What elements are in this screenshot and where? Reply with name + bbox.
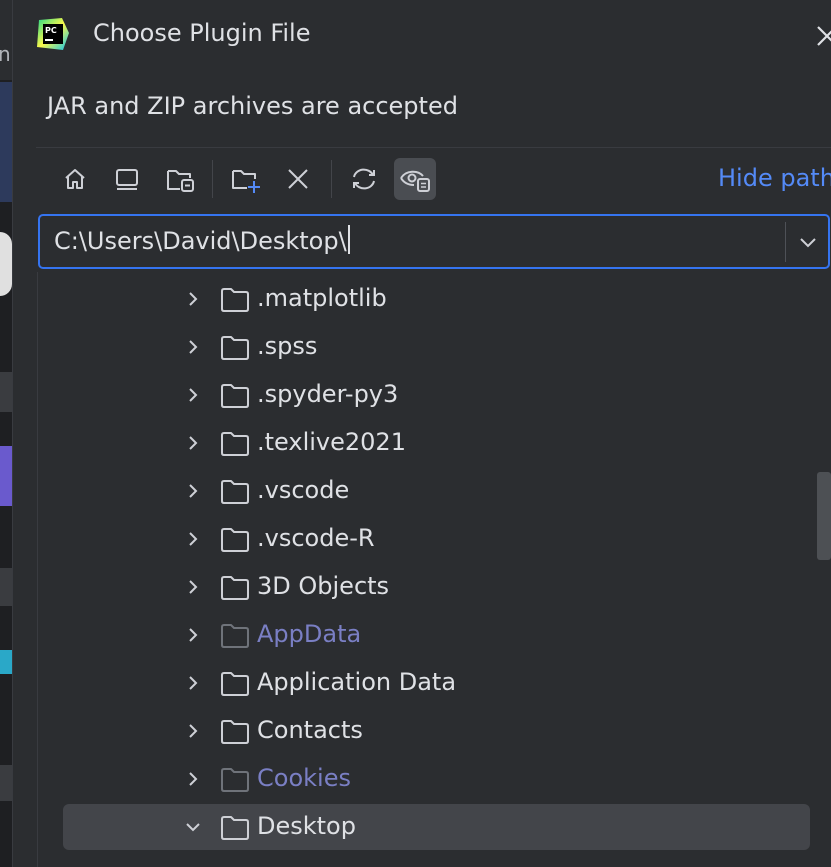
tree-row[interactable]: Cookies	[38, 755, 831, 803]
desktop-button[interactable]	[106, 158, 148, 200]
chevron-right-icon[interactable]	[182, 528, 204, 550]
tree-item-label: Cookies	[257, 764, 351, 792]
tree-item-label: .matplotlib	[257, 284, 387, 312]
refresh-icon	[353, 168, 375, 190]
dialog-description: JAR and ZIP archives are accepted	[47, 92, 458, 120]
background-window-edge: n	[0, 0, 12, 867]
text-caret	[347, 225, 350, 254]
chevron-right-icon[interactable]	[182, 768, 204, 790]
tree-item-label: Desktop	[257, 812, 356, 840]
svg-text:PC: PC	[45, 26, 57, 35]
tree-item-label: .vscode-R	[257, 524, 375, 552]
dialog-border	[12, 0, 13, 867]
tree-row[interactable]: Contacts	[38, 707, 831, 755]
tree-row[interactable]: .vscode	[38, 467, 831, 515]
tree-row[interactable]: .vscode-R	[38, 515, 831, 563]
new-folder-button[interactable]	[225, 158, 267, 200]
chevron-right-icon[interactable]	[182, 432, 204, 454]
tree-item-label: .spss	[257, 332, 318, 360]
file-chooser-toolbar: Hide path	[36, 148, 831, 212]
dialog-title-bar: PC Choose Plugin File	[13, 0, 831, 70]
folder-icon	[221, 768, 249, 792]
tree-item-label: Application Data	[257, 668, 457, 696]
folder-icon	[221, 384, 249, 408]
chevron-right-icon[interactable]	[182, 336, 204, 358]
show-hidden-files-toggle[interactable]	[394, 158, 436, 200]
chevron-down-icon[interactable]	[792, 226, 824, 258]
folder-icon	[221, 720, 249, 744]
tree-item-label: .texlive2021	[257, 428, 406, 456]
tree-row[interactable]: Desktop	[38, 803, 831, 851]
toolbar-separator	[331, 160, 332, 198]
home-icon	[65, 169, 85, 189]
chevron-right-icon[interactable]	[182, 672, 204, 694]
pycharm-logo-icon: PC	[37, 18, 69, 50]
chevron-right-icon[interactable]	[182, 288, 204, 310]
folder-icon	[221, 432, 249, 456]
tree-row[interactable]: 3D Objects	[38, 563, 831, 611]
chevron-right-icon[interactable]	[182, 384, 204, 406]
folder-icon	[221, 480, 249, 504]
dialog-title: Choose Plugin File	[93, 19, 311, 47]
chevron-right-icon[interactable]	[182, 624, 204, 646]
path-input[interactable]: C:\Users\David\Desktop\	[54, 225, 350, 255]
home-button[interactable]	[54, 158, 96, 200]
chevron-down-icon[interactable]	[182, 816, 204, 838]
chevron-right-icon[interactable]	[182, 576, 204, 598]
chevron-right-icon[interactable]	[182, 720, 204, 742]
new-folder-icon	[232, 170, 260, 193]
path-value: C:\Users\David\Desktop\	[54, 227, 347, 255]
desktop-icon	[116, 169, 138, 190]
tree-row[interactable]: .spyder-py3	[38, 371, 831, 419]
folder-icon	[221, 816, 249, 840]
delete-button[interactable]	[277, 158, 319, 200]
tree-item-label: Contacts	[257, 716, 363, 744]
tree-row[interactable]: .spss	[38, 323, 831, 371]
folder-icon	[221, 528, 249, 552]
toolbar-separator	[212, 160, 213, 198]
folder-icon	[221, 288, 249, 312]
folder-icon	[221, 336, 249, 360]
tree-item-label: .spyder-py3	[257, 380, 399, 408]
file-tree[interactable]: .matplotlib .spss .spyder-py3 .texlive2021.…	[37, 272, 831, 867]
tree-item-label: 3D Objects	[257, 572, 390, 600]
close-icon[interactable]	[813, 22, 831, 50]
path-field[interactable]: C:\Users\David\Desktop\	[38, 214, 830, 269]
folder-icon	[221, 624, 249, 648]
folder-icon	[221, 672, 249, 696]
tree-scrollbar[interactable]	[817, 472, 831, 560]
combo-separator	[785, 222, 786, 262]
tree-row[interactable]: AppData	[38, 611, 831, 659]
refresh-button[interactable]	[343, 158, 385, 200]
tree-row[interactable]: .matplotlib	[38, 275, 831, 323]
project-button[interactable]	[159, 158, 201, 200]
tree-row[interactable]: .texlive2021	[38, 419, 831, 467]
tree-row[interactable]: Application Data	[38, 659, 831, 707]
tree-item-label: AppData	[257, 620, 362, 648]
folder-icon	[221, 576, 249, 600]
hide-path-link[interactable]: Hide path	[718, 164, 831, 192]
selection-highlight	[63, 804, 810, 850]
chevron-right-icon[interactable]	[182, 480, 204, 502]
project-folder-icon	[167, 170, 194, 192]
delete-icon	[288, 169, 308, 189]
tree-item-label: .vscode	[257, 476, 350, 504]
show-hidden-files-icon	[400, 170, 430, 192]
